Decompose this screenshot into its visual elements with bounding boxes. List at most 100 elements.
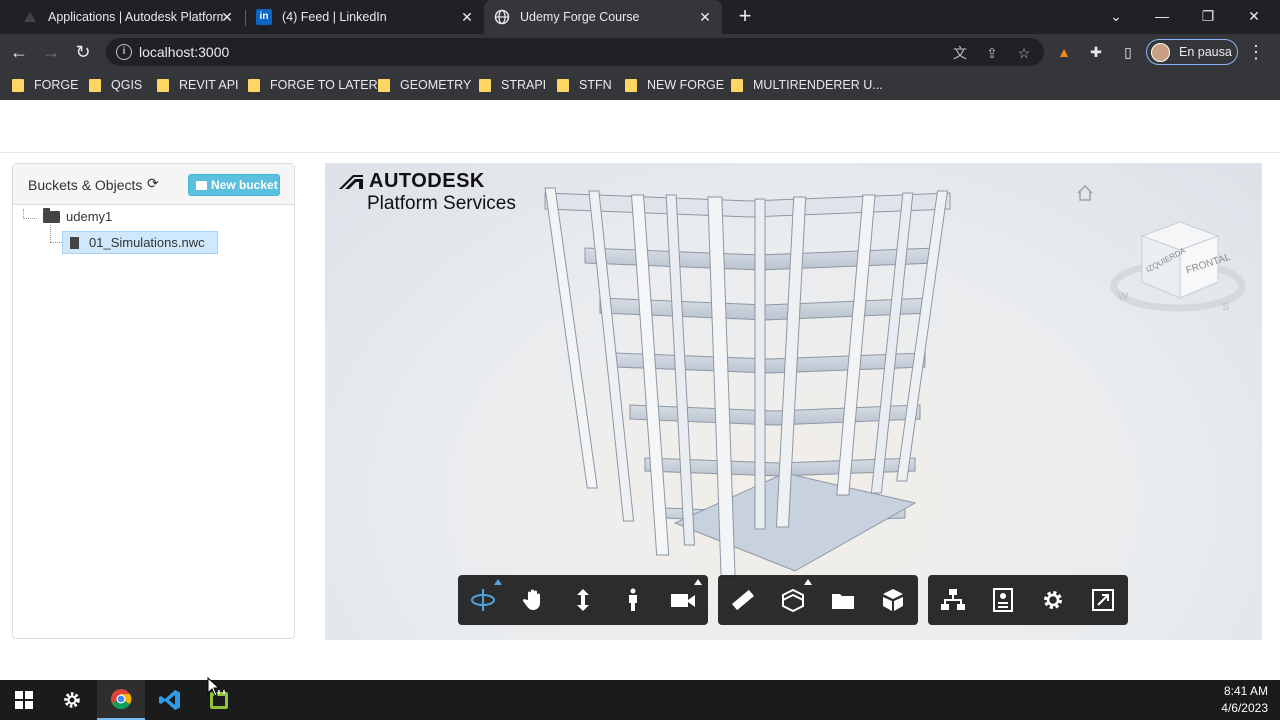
- bookmark-forge[interactable]: FORGE: [12, 77, 78, 93]
- metamask-icon[interactable]: ▲: [1054, 42, 1074, 62]
- forward-button[interactable]: →: [39, 40, 63, 64]
- camera-tool-button[interactable]: [658, 575, 708, 625]
- pan-icon: [522, 589, 540, 610]
- info-icon[interactable]: i: [116, 44, 132, 60]
- back-button[interactable]: ←: [7, 40, 31, 64]
- address-bar[interactable]: i localhost:3000 文 ⇪ ☆: [106, 38, 1044, 66]
- logo-subtitle: Platform Services: [367, 193, 516, 214]
- settings-button[interactable]: [1028, 575, 1078, 625]
- bookmark-revit-api[interactable]: REVIT API: [157, 77, 239, 93]
- section-tool-button[interactable]: [768, 575, 818, 625]
- bookmark-multirenderer[interactable]: MULTIRENDERER U...: [731, 77, 883, 93]
- folder-icon: [248, 78, 260, 92]
- home-icon[interactable]: [1075, 183, 1095, 203]
- folder-icon: [557, 78, 569, 92]
- close-icon[interactable]: ✕: [696, 8, 714, 26]
- bookmark-geometry[interactable]: GEOMETRY: [378, 77, 471, 93]
- bookmark-forge-to-later[interactable]: FORGE TO LATER: [248, 77, 378, 93]
- folder-open-icon: [43, 207, 60, 223]
- properties-button[interactable]: [978, 575, 1028, 625]
- extensions-icon[interactable]: ✚: [1086, 42, 1106, 62]
- bookmark-qgis[interactable]: QGIS: [89, 77, 142, 93]
- side-panel-icon[interactable]: ▯: [1118, 42, 1138, 62]
- settings-icon: [1044, 591, 1062, 609]
- building-model: [544, 187, 951, 578]
- bookmark-label: MULTIRENDERER U...: [753, 78, 883, 92]
- camera-icon: [671, 594, 695, 607]
- object-label: 01_Simulations.nwc: [89, 235, 205, 250]
- tab-search-icon[interactable]: ⌄: [1093, 0, 1139, 34]
- view-cube[interactable]: IZQUIERDA FRONTAL W S: [1110, 208, 1245, 318]
- object-node[interactable]: 01_Simulations.nwc: [62, 231, 218, 254]
- compass-south-label: S: [1222, 301, 1229, 313]
- tree-connector: [50, 225, 51, 242]
- new-bucket-button[interactable]: New bucket: [188, 174, 280, 196]
- close-icon[interactable]: ✕: [458, 8, 476, 26]
- close-icon[interactable]: ✕: [218, 8, 236, 26]
- taskbar-vscode[interactable]: [146, 680, 194, 720]
- tab-autodesk[interactable]: Applications | Autodesk Platform ✕: [8, 0, 244, 34]
- tab-title: (4) Feed | LinkedIn: [282, 10, 387, 24]
- measure-tool-button[interactable]: [718, 575, 768, 625]
- viewer-nav-toolbar: [458, 575, 708, 625]
- new-bucket-label: New bucket: [211, 178, 278, 192]
- fullscreen-button[interactable]: [1078, 575, 1128, 625]
- bookmark-new-forge[interactable]: NEW FORGE: [625, 77, 724, 93]
- close-window-button[interactable]: ✕: [1231, 0, 1277, 34]
- fullscreen-icon: [1092, 589, 1114, 611]
- bucket-node[interactable]: udemy1: [43, 207, 112, 224]
- folder-icon: [378, 78, 390, 92]
- measure-icon: [732, 589, 754, 611]
- refresh-icon[interactable]: ⟳: [147, 176, 161, 190]
- model-browser-button[interactable]: [818, 575, 868, 625]
- panel-title: Buckets & Objects: [28, 177, 143, 193]
- bookmark-label: FORGE TO LATER: [270, 78, 378, 92]
- restore-button[interactable]: ❐: [1185, 0, 1231, 34]
- autodesk-mark-icon: [339, 175, 363, 189]
- folder-icon: [12, 78, 24, 92]
- new-tab-button[interactable]: +: [733, 5, 757, 29]
- taskbar-chrome[interactable]: [97, 680, 145, 720]
- system-clock[interactable]: 8:41 AM 4/6/2023: [1221, 683, 1268, 717]
- section-icon: [782, 588, 804, 613]
- share-icon[interactable]: ⇪: [983, 44, 1001, 62]
- forge-viewer[interactable]: AUTODESK Platform Services IZQUIERDA FRO…: [325, 163, 1262, 640]
- clock-time: 8:41 AM: [1223, 684, 1268, 698]
- bookmark-strapi[interactable]: STRAPI: [479, 77, 546, 93]
- tab-linkedin[interactable]: in (4) Feed | LinkedIn ✕: [246, 0, 484, 34]
- globe-icon: [494, 9, 510, 25]
- bookmark-stfn[interactable]: STFN: [557, 77, 612, 93]
- reload-button[interactable]: ↻: [71, 40, 95, 64]
- tree-connector: [23, 218, 37, 219]
- avatar: [1151, 43, 1170, 62]
- menu-icon[interactable]: ⋮: [1246, 40, 1266, 64]
- orbit-icon: [471, 589, 495, 611]
- windows-taskbar: 8:41 AM 4/6/2023: [0, 680, 1280, 720]
- minimize-button[interactable]: —: [1139, 0, 1185, 34]
- star-icon[interactable]: ☆: [1015, 44, 1033, 62]
- first-person-icon: [629, 588, 637, 611]
- profile-button[interactable]: En pausa: [1146, 39, 1238, 65]
- orbit-tool-button[interactable]: [458, 575, 508, 625]
- explode-tool-button[interactable]: [868, 575, 918, 625]
- flyout-indicator: [494, 579, 502, 585]
- dolly-tool-button[interactable]: [558, 575, 608, 625]
- tree-connector: [50, 242, 62, 243]
- tab-title: Udemy Forge Course: [520, 10, 640, 24]
- translate-icon[interactable]: 文: [951, 44, 969, 62]
- taskbar-settings[interactable]: [48, 680, 96, 720]
- folder-icon: [157, 78, 169, 92]
- bookmark-label: QGIS: [111, 78, 143, 92]
- model-browser-icon: [832, 594, 854, 609]
- bookmark-label: REVIT API: [179, 78, 239, 92]
- pan-tool-button[interactable]: [508, 575, 558, 625]
- bookmarks-bar: FORGE QGIS REVIT API FORGE TO LATER GEOM…: [0, 70, 1280, 100]
- linkedin-icon: in: [256, 9, 272, 25]
- browser-toolbar: ← → ↻ i localhost:3000 文 ⇪ ☆ ▲ ✚ ▯ En pa…: [0, 34, 1280, 70]
- start-button[interactable]: [0, 680, 48, 720]
- logo-brand: AUTODESK: [369, 170, 485, 192]
- tab-udemy-forge[interactable]: Udemy Forge Course ✕: [484, 0, 722, 34]
- structure-button[interactable]: [928, 575, 978, 625]
- first-person-tool-button[interactable]: [608, 575, 658, 625]
- folder-icon: [196, 181, 207, 190]
